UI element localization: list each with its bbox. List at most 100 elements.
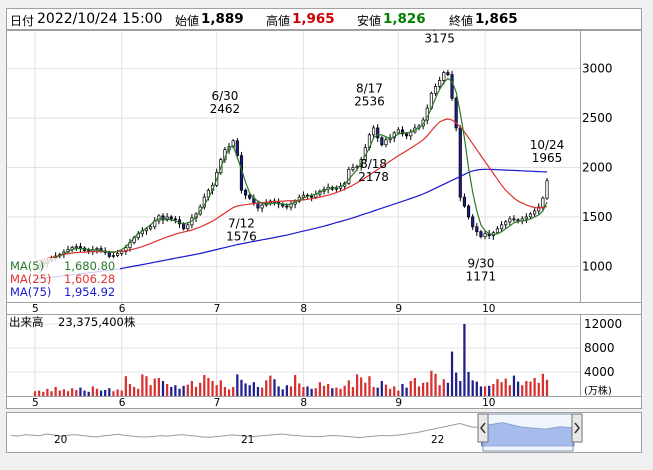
- volume-bar: [488, 385, 491, 396]
- candle-body: [256, 202, 260, 209]
- candle-body: [508, 218, 512, 223]
- volume-bar: [99, 390, 103, 396]
- annotation-date: 6/30: [211, 89, 238, 103]
- volume-bar: [455, 372, 458, 396]
- volume-bar: [199, 382, 202, 396]
- open-label: 始値: [175, 14, 200, 28]
- candle-body: [396, 129, 400, 134]
- navigator-right-handle-box[interactable]: [571, 413, 583, 443]
- annotation-value: 1576: [226, 229, 257, 243]
- volume-bar: [368, 376, 371, 396]
- ma25-label: MA(25): [10, 272, 51, 286]
- volume-bar: [450, 351, 454, 396]
- month-tick-label: 6: [119, 303, 126, 315]
- chart-window: 日付 2022/10/24 15:00 始値 1,889 高値 1,965 安値…: [0, 0, 653, 470]
- volume-bar: [397, 390, 400, 396]
- volume-month-tick-label: 7: [214, 397, 221, 409]
- volume-bar: [42, 391, 45, 396]
- candle-body: [301, 194, 305, 198]
- volume-month-tick-label: 8: [300, 397, 307, 409]
- volume-bar: [426, 382, 429, 396]
- navigator-left-handle[interactable]: [477, 413, 489, 443]
- candle-body: [479, 231, 483, 238]
- volume-bar: [380, 381, 383, 396]
- annotation-date: 9/30: [467, 256, 494, 270]
- volume-month-tick-label: 10: [482, 397, 495, 409]
- volume-bar: [475, 381, 478, 396]
- volume-bar: [174, 385, 177, 396]
- close-value: 1,865: [475, 11, 518, 27]
- navigator-selection[interactable]: [482, 413, 574, 452]
- volume-bar: [182, 385, 185, 396]
- navigator-left-handle-box[interactable]: [477, 413, 489, 443]
- annotation-value: 2178: [358, 170, 389, 184]
- annotation-value: 1965: [532, 151, 563, 165]
- month-tick-label: 9: [395, 303, 402, 315]
- volume-bar: [277, 386, 280, 396]
- price-tick-label: 1500: [582, 210, 613, 224]
- volume-bar: [327, 384, 330, 396]
- candle-body: [512, 218, 516, 221]
- volume-bar: [203, 375, 206, 396]
- candle-body: [446, 72, 450, 75]
- volume-bar: [467, 372, 470, 396]
- volume-bar: [479, 386, 483, 396]
- candle-body: [74, 246, 78, 248]
- volume-bar: [215, 385, 218, 396]
- volume-bar: [525, 381, 528, 396]
- candle-body: [182, 223, 186, 230]
- volume-bar: [388, 388, 392, 396]
- price-tick-label: 2000: [582, 160, 613, 174]
- volume-bar: [219, 380, 222, 396]
- volume-bar: [95, 388, 99, 396]
- volume-bar: [463, 324, 466, 396]
- annotation-value: 3175: [424, 31, 455, 45]
- candle-body: [533, 210, 537, 215]
- candle-body: [504, 221, 508, 226]
- candle-body: [541, 197, 545, 208]
- volume-bar: [170, 387, 173, 396]
- candle-body: [78, 246, 82, 249]
- candle-body: [310, 195, 314, 198]
- volume-bar: [529, 381, 532, 396]
- volume-bar: [132, 387, 136, 396]
- annotation-value: 2536: [354, 94, 385, 108]
- volume-bar: [79, 387, 82, 396]
- volume-bar: [471, 380, 474, 396]
- volume-bar: [190, 381, 194, 396]
- volume-bar: [62, 389, 66, 396]
- volume-bar: [347, 380, 350, 396]
- volume-tick-label: 8000: [584, 341, 615, 355]
- volume-bar: [227, 389, 231, 396]
- volume-bar: [500, 382, 503, 396]
- volume-bar: [401, 384, 404, 396]
- candle-body: [450, 74, 454, 99]
- navigator-right-handle[interactable]: [571, 413, 583, 443]
- volume-bar: [492, 384, 495, 396]
- ma75-label: MA(75): [10, 285, 51, 299]
- volume-bar: [269, 375, 272, 396]
- volume-tick-label: 4000: [584, 365, 615, 379]
- volume-bar: [108, 388, 111, 396]
- candle-body: [500, 224, 504, 230]
- candle-body: [405, 133, 409, 137]
- candle-body: [173, 218, 177, 221]
- volume-bar: [75, 390, 78, 396]
- ma75-value: 1,954.92: [64, 285, 115, 299]
- candle-body: [372, 127, 376, 136]
- volume-bar: [343, 385, 346, 396]
- candle-body: [442, 72, 446, 81]
- price-tick-label: 1000: [582, 259, 613, 273]
- volume-bar: [409, 381, 412, 396]
- volume-bar: [252, 382, 255, 396]
- volume-bar: [124, 376, 127, 396]
- navigator-year-label: 21: [241, 434, 254, 446]
- volume-bar: [417, 386, 421, 396]
- volume-bar: [137, 388, 140, 396]
- candle-body: [528, 213, 533, 218]
- volume-bar: [116, 389, 119, 396]
- candle-body: [475, 226, 479, 233]
- ma5-value: 1,680.80: [64, 259, 115, 273]
- volume-label: 出来高: [9, 315, 44, 329]
- volume-bar: [496, 379, 499, 396]
